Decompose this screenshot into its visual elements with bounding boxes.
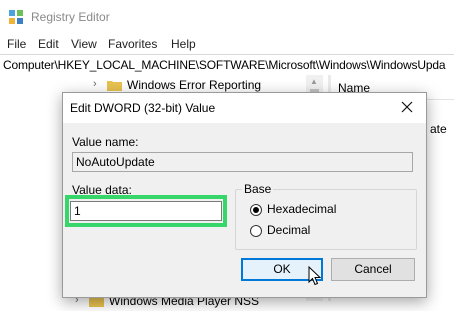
radio-selected-dot <box>253 207 259 213</box>
menu-view[interactable]: View <box>71 37 97 51</box>
mouse-cursor-icon <box>308 266 322 286</box>
tree-item-label: Windows Error Reporting <box>127 78 262 92</box>
edit-dword-dialog: Edit DWORD (32-bit) Value Value name: No… <box>62 92 427 298</box>
radio-hexadecimal-label[interactable]: Hexadecimal <box>267 202 336 216</box>
chevron-right-icon[interactable]: › <box>93 78 97 90</box>
window-title: Registry Editor <box>31 10 110 24</box>
value-data-input[interactable]: 1 <box>70 201 222 221</box>
value-row-partial[interactable]: ate <box>430 122 447 136</box>
address-bar[interactable]: Computer\HKEY_LOCAL_MACHINE\SOFTWARE\Mic… <box>0 54 454 76</box>
menu-file[interactable]: File <box>7 37 26 51</box>
menu-bar: File Edit View Favorites Help <box>0 34 454 54</box>
folder-icon <box>107 81 122 91</box>
value-name-field: NoAutoUpdate <box>72 152 413 172</box>
base-group-title: Base <box>242 182 274 196</box>
radio-hexadecimal[interactable] <box>250 204 262 216</box>
close-icon[interactable] <box>399 99 415 115</box>
window-titlebar: Registry Editor <box>0 0 454 34</box>
dialog-title: Edit DWORD (32-bit) Value <box>70 101 216 115</box>
menu-help[interactable]: Help <box>171 37 196 51</box>
scroll-up-icon[interactable]: ▲ <box>310 77 318 86</box>
base-groupbox: Base Hexadecimal Decimal <box>235 182 417 250</box>
menu-favorites[interactable]: Favorites <box>108 37 157 51</box>
address-path[interactable]: Computer\HKEY_LOCAL_MACHINE\SOFTWARE\Mic… <box>3 58 446 72</box>
radio-decimal-label[interactable]: Decimal <box>267 223 310 237</box>
cancel-button[interactable]: Cancel <box>331 258 415 281</box>
registry-editor-icon <box>9 10 23 24</box>
menu-edit[interactable]: Edit <box>38 37 59 51</box>
value-name-label: Value name: <box>72 135 139 149</box>
dialog-titlebar: Edit DWORD (32-bit) Value <box>63 93 426 123</box>
radio-decimal[interactable] <box>250 225 262 237</box>
